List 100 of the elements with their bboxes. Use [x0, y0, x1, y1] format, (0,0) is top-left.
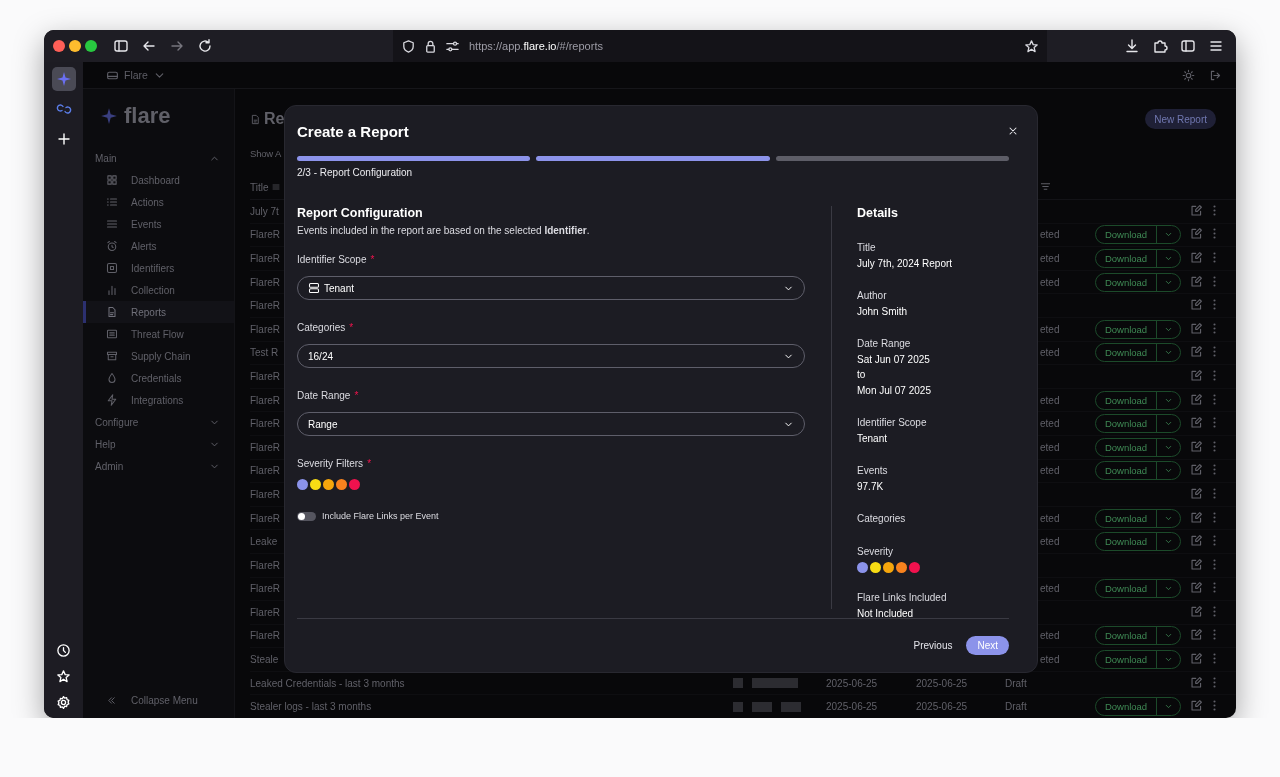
- toggle-label: Include Flare Links per Event: [322, 511, 439, 521]
- card-icon: [106, 328, 118, 340]
- table-cell: FlareR: [250, 418, 280, 430]
- edit-icon[interactable]: [1190, 368, 1203, 382]
- edit-icon[interactable]: [1190, 298, 1203, 312]
- new-report-button[interactable]: New Report: [1145, 109, 1216, 129]
- severity-dot[interactable]: [349, 479, 360, 490]
- reload-icon[interactable]: [197, 38, 213, 54]
- detail-label: Identifier Scope: [857, 416, 928, 430]
- section-header[interactable]: Configure: [83, 411, 234, 433]
- edit-icon[interactable]: [1190, 274, 1203, 288]
- edit-icon[interactable]: [1190, 628, 1203, 642]
- square-target-icon: [106, 262, 118, 274]
- edit-icon[interactable]: [1190, 534, 1203, 548]
- table-cell: FlareR: [250, 276, 280, 288]
- puzzle-icon[interactable]: [1152, 38, 1168, 54]
- table-cell: 2025-06-25: [826, 677, 878, 689]
- sidebar-icon[interactable]: [1180, 38, 1196, 54]
- severity-dot[interactable]: [310, 479, 321, 490]
- bookmark-star-icon[interactable]: [1024, 38, 1039, 54]
- workspace-name[interactable]: Flare: [124, 69, 148, 81]
- sidebar-item[interactable]: Events: [83, 213, 234, 235]
- status-text: eted: [1040, 394, 1060, 406]
- menu-icon[interactable]: [1208, 38, 1224, 54]
- sidebar-item[interactable]: Reports: [83, 301, 234, 323]
- toggle-switch[interactable]: [297, 511, 316, 521]
- theme-icon[interactable]: [1182, 68, 1195, 82]
- severity-dot[interactable]: [297, 479, 308, 490]
- status-text: eted: [1040, 276, 1060, 288]
- severity-dot[interactable]: [323, 479, 334, 490]
- lock-icon: [423, 38, 438, 54]
- filter-icon[interactable]: [1040, 180, 1051, 192]
- link-icon[interactable]: [55, 101, 72, 117]
- sidebar-item[interactable]: Collection: [83, 279, 234, 301]
- column-header[interactable]: Title: [250, 181, 269, 193]
- table-cell: FlareR: [250, 488, 280, 500]
- edit-icon[interactable]: [1190, 675, 1203, 689]
- sidebar-item[interactable]: Actions: [83, 191, 234, 213]
- table-cell: FlareR: [250, 253, 280, 264]
- detail-value: Mon Jul 07 2025: [857, 383, 932, 398]
- collapse-menu-button[interactable]: Collapse Menu: [83, 695, 234, 706]
- edit-icon[interactable]: [1190, 699, 1203, 713]
- edit-icon[interactable]: [1190, 439, 1203, 453]
- previous-button[interactable]: Previous: [913, 636, 953, 655]
- section-header[interactable]: Admin: [83, 455, 234, 477]
- table-cell: FlareR: [250, 559, 280, 571]
- sidebar-item[interactable]: Supply Chain: [83, 345, 234, 367]
- sidebar-item[interactable]: Threat Flow: [83, 323, 234, 345]
- edit-icon[interactable]: [1190, 604, 1203, 618]
- sidebar-item[interactable]: Credentials: [83, 367, 234, 389]
- table-cell: FlareR: [250, 583, 280, 595]
- edit-icon[interactable]: [1190, 392, 1203, 406]
- window-control[interactable]: [85, 40, 97, 52]
- edit-icon[interactable]: [1190, 463, 1203, 477]
- edit-icon[interactable]: [1190, 416, 1203, 430]
- download-icon[interactable]: [1124, 38, 1140, 54]
- show-toggle-label[interactable]: Show A: [250, 148, 281, 159]
- status-text: eted: [1040, 512, 1060, 524]
- detail-label: Categories: [857, 512, 907, 526]
- edit-icon[interactable]: [1190, 581, 1203, 595]
- edit-icon[interactable]: [1190, 510, 1203, 524]
- modal-title: Create a Report: [297, 122, 409, 140]
- sidebar-toggle-icon[interactable]: [113, 38, 129, 54]
- sidebar-item[interactable]: Integrations: [83, 389, 234, 411]
- table-cell: FlareR: [250, 441, 280, 453]
- edit-icon[interactable]: [1190, 652, 1203, 666]
- status-text: eted: [1040, 536, 1060, 548]
- edit-icon[interactable]: [1190, 251, 1203, 264]
- edit-icon[interactable]: [1190, 227, 1203, 241]
- close-button[interactable]: [1007, 125, 1019, 137]
- sidebar-item[interactable]: Identifiers: [83, 257, 234, 279]
- table-cell: July 7t: [250, 205, 279, 217]
- star-icon[interactable]: [56, 669, 71, 684]
- table-cell: FlareR: [250, 323, 280, 335]
- window-control[interactable]: [53, 40, 65, 52]
- add-icon[interactable]: [55, 131, 72, 147]
- section-header[interactable]: Help: [83, 433, 234, 455]
- edit-icon[interactable]: [1190, 345, 1203, 359]
- server-icon: [308, 282, 320, 294]
- address-bar[interactable]: https://app.flare.io/#/reports: [393, 30, 1047, 62]
- settings-icon[interactable]: [56, 695, 71, 710]
- edit-icon[interactable]: [1190, 486, 1203, 500]
- table-cell: Stealer logs - last 3 months: [250, 701, 372, 713]
- sidebar-item[interactable]: Dashboard: [83, 169, 234, 191]
- clock-icon[interactable]: [56, 643, 71, 658]
- sidebar-item[interactable]: Alerts: [83, 235, 234, 257]
- chevron-icon[interactable]: [1164, 254, 1173, 263]
- edit-icon[interactable]: [1190, 321, 1203, 335]
- next-button[interactable]: Next: [966, 636, 1009, 655]
- field-label: Identifier Scope: [297, 254, 367, 265]
- bar-chart-icon: [106, 284, 118, 296]
- window-control[interactable]: [69, 40, 81, 52]
- logout-icon[interactable]: [1209, 68, 1222, 82]
- edit-icon[interactable]: [1190, 203, 1203, 217]
- table-cell: 2025-06-25: [916, 701, 968, 713]
- section-header[interactable]: Main: [83, 147, 234, 169]
- section-title: Report Configuration: [297, 206, 424, 220]
- edit-icon[interactable]: [1190, 557, 1203, 571]
- field-label: Severity Filters: [297, 458, 364, 469]
- severity-dot[interactable]: [336, 479, 347, 490]
